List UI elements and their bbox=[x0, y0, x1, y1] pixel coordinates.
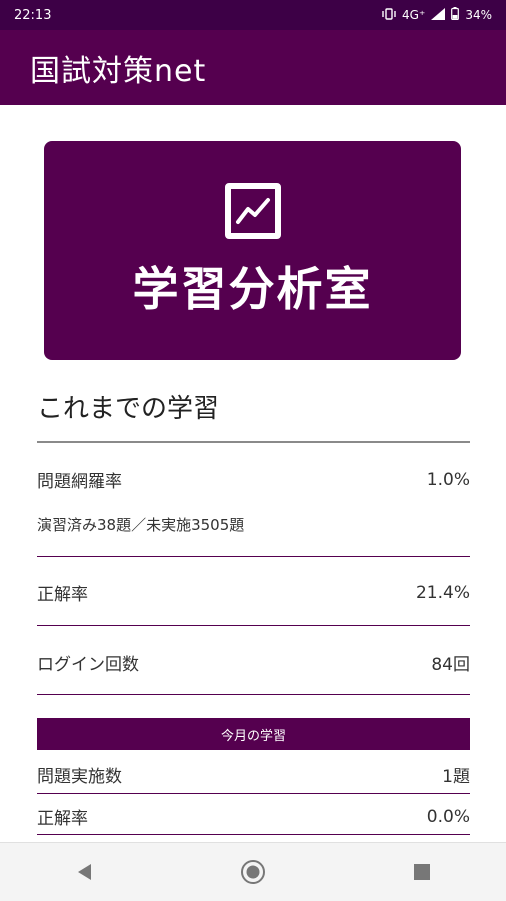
coverage-label: 問題網羅率 bbox=[37, 472, 122, 492]
month-solved-label: 問題実施数 bbox=[37, 767, 122, 787]
accuracy-row: 正解率 21.4% bbox=[37, 580, 470, 606]
banner-title: 学習分析室 bbox=[132, 261, 373, 316]
battery-icon bbox=[451, 7, 460, 23]
trending-up-chart-icon bbox=[224, 182, 281, 239]
recents-icon bbox=[413, 864, 430, 880]
home-button[interactable] bbox=[233, 852, 273, 892]
logins-row: ログイン回数 84回 bbox=[37, 650, 470, 675]
coverage-value: 1.0% bbox=[426, 469, 470, 490]
back-button[interactable] bbox=[64, 852, 104, 892]
section-title: これまでの学習 bbox=[37, 394, 220, 424]
row-divider bbox=[37, 625, 470, 626]
month-solved-row: 問題実施数 1題 bbox=[37, 762, 470, 787]
home-icon bbox=[240, 860, 265, 884]
status-time: 22:13 bbox=[14, 7, 52, 23]
coverage-detail: 演習済み38題／未実施3505題 bbox=[37, 516, 245, 534]
accuracy-value: 21.4% bbox=[415, 582, 470, 603]
section-divider bbox=[37, 441, 470, 443]
coverage-row: 問題網羅率 1.0% bbox=[37, 467, 470, 493]
back-icon bbox=[78, 864, 92, 880]
month-accuracy-label: 正解率 bbox=[37, 809, 88, 829]
row-divider bbox=[37, 793, 470, 794]
status-bar: 22:13 4G⁺ 34% bbox=[0, 0, 506, 30]
signal-icon bbox=[431, 7, 446, 23]
vibrate-icon bbox=[382, 7, 396, 23]
battery-percent: 34% bbox=[465, 8, 492, 22]
study-analysis-banner[interactable]: 学習分析室 bbox=[44, 141, 461, 360]
recents-button[interactable] bbox=[402, 852, 442, 892]
month-solved-value: 1題 bbox=[442, 767, 470, 787]
logins-value: 84回 bbox=[431, 655, 470, 675]
app-title: 国試対策net bbox=[30, 53, 207, 89]
month-section-header: 今月の学習 bbox=[37, 718, 470, 750]
app-bar: 国試対策net bbox=[0, 30, 506, 105]
row-divider bbox=[37, 556, 470, 557]
system-nav-bar bbox=[0, 842, 506, 901]
month-accuracy-row: 正解率 0.0% bbox=[37, 804, 470, 830]
status-icons: 4G⁺ 34% bbox=[382, 7, 492, 23]
row-divider bbox=[37, 834, 470, 835]
month-accuracy-value: 0.0% bbox=[426, 806, 470, 827]
logins-label: ログイン回数 bbox=[37, 655, 139, 675]
row-divider bbox=[37, 694, 470, 695]
accuracy-label: 正解率 bbox=[37, 585, 88, 605]
network-type: 4G⁺ bbox=[402, 8, 426, 22]
